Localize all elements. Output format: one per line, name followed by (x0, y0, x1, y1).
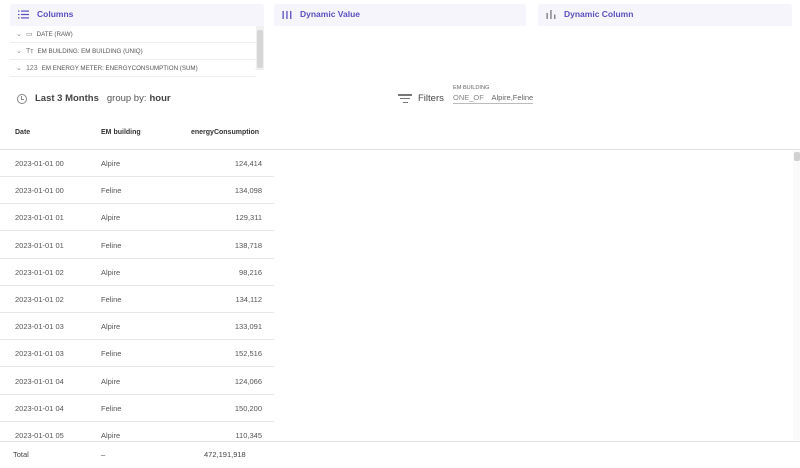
dynamic-column-dropzone[interactable] (538, 26, 792, 70)
cell-building: Feline (101, 295, 122, 304)
cell-energy: 124,414 (234, 159, 262, 168)
filter-icon (398, 92, 412, 105)
total-value: 472,191,918 (204, 450, 246, 459)
cell-energy: 134,098 (234, 186, 262, 196)
chevron-down-icon[interactable]: ⌄ (16, 47, 26, 55)
column-item-date[interactable]: ⌄ ▭ DATE (RAW) (10, 26, 256, 43)
cell-energy: 124,066 (234, 376, 262, 386)
columns-panel-header: Columns (10, 4, 264, 24)
columns-scrollbar-thumb[interactable] (257, 30, 263, 68)
columns-panel: Columns ⌄ ▭ DATE (RAW) ⌄ Tт EM BUILDING:… (10, 4, 264, 77)
cell-date: 2023-01-01 00 (15, 186, 64, 196)
cell-energy: 138,718 (234, 240, 262, 250)
column-item-label: DATE (RAW) (36, 30, 73, 38)
cell-energy: 150,200 (234, 403, 262, 413)
cell-date: 2023-01-01 03 (15, 322, 64, 332)
cell-date: 2023-01-01 05 (15, 431, 64, 440)
total-building: – (101, 450, 106, 459)
cell-building: Alpire (101, 376, 121, 386)
column-item-energy-consumption[interactable]: ⌄ 123 EM ENERGY METER: ENERGYCONSUMPTION… (10, 60, 256, 77)
dynamic-value-dropzone[interactable] (274, 26, 526, 70)
group-by-label: group by: (106, 93, 147, 104)
table-row[interactable]: 2023-01-01 03 Feline 152,516 (0, 340, 274, 368)
table-row[interactable]: 2023-01-01 02 Alpire 98,216 (0, 259, 274, 286)
cell-energy: 129,311 (235, 213, 262, 223)
table-row[interactable]: 2023-01-01 02 Feline 134,112 (0, 286, 274, 313)
table-body: 2023-01-01 00 Alpire 124,414 2023-01-01 00 F… (0, 150, 800, 440)
columns-panel-title: Columns (37, 9, 74, 19)
table-row[interactable]: 2023-01-01 05 Alpire 110,345 (0, 422, 274, 440)
group-by-value: hour (149, 93, 171, 104)
filter-chip-em-building[interactable]: EM BUILDING ONE_OF Alpire,Feline (453, 85, 534, 104)
filter-field: EM BUILDING (453, 85, 490, 91)
cell-date: 2023-01-01 01 (15, 240, 64, 250)
dynamic-value-panel[interactable]: Dynamic Value (274, 4, 526, 70)
columns-list: ⌄ ▭ DATE (RAW) ⌄ Tт EM BUILDING: EM BUIL… (10, 26, 256, 77)
cell-date: 2023-01-01 02 (15, 267, 64, 277)
chevron-down-icon[interactable]: ⌄ (16, 30, 26, 38)
column-item-label: EM ENERGY METER: ENERGYCONSUMPTION (SUM) (41, 64, 198, 72)
filter-operator: ONE_OF (453, 93, 484, 102)
cell-energy: 98,216 (239, 267, 262, 277)
table-row[interactable]: 2023-01-01 01 Feline 138,718 (0, 232, 274, 259)
dynamic-column-panel[interactable]: Dynamic Column (538, 4, 792, 70)
dynamic-value-panel-title: Dynamic Value (300, 9, 361, 19)
time-range-selector[interactable]: Last 3 Months group by: hour (17, 93, 179, 104)
query-toolbar: Last 3 Months group by: hour Filters EM … (0, 85, 800, 112)
bars-vertical-icon (282, 10, 292, 19)
column-header-energy[interactable]: energyConsumption (191, 129, 259, 136)
column-header-building[interactable]: EM building (101, 129, 141, 136)
column-item-label: EM BUILDING: EM BUILDING (UNIQ) (37, 47, 143, 55)
dynamic-column-panel-title: Dynamic Column (564, 9, 634, 19)
time-range-label: Last 3 Months (35, 93, 99, 104)
cell-date: 2023-01-01 03 (15, 349, 64, 359)
text-type-icon: Tт (26, 47, 34, 55)
cell-date: 2023-01-01 00 (15, 159, 64, 168)
table-row[interactable]: 2023-01-01 00 Alpire 124,414 (0, 150, 274, 177)
table-row[interactable]: 2023-01-01 03 Alpire 133,091 (0, 313, 274, 341)
cell-building: Alpire (101, 322, 121, 332)
dynamic-value-panel-header: Dynamic Value (274, 4, 526, 24)
table-row[interactable]: 2023-01-01 01 Alpire 129,311 (0, 204, 274, 232)
calendar-icon: ▭ (26, 31, 33, 38)
cell-building: Feline (101, 240, 122, 250)
filters-label: Filters (418, 93, 444, 105)
filters-button[interactable]: Filters (398, 92, 454, 105)
chevron-down-icon[interactable]: ⌄ (16, 64, 26, 72)
table-row[interactable]: 2023-01-01 04 Alpire 124,066 (0, 368, 274, 395)
table-row[interactable]: 2023-01-01 04 Feline 150,200 (0, 395, 274, 422)
dynamic-column-panel-header: Dynamic Column (538, 4, 792, 24)
cell-energy: 134,112 (235, 295, 262, 304)
cell-energy: 110,345 (235, 431, 262, 440)
column-item-em-building[interactable]: ⌄ Tт EM BUILDING: EM BUILDING (UNIQ) (10, 43, 256, 60)
filter-value-field[interactable]: ONE_OF Alpire,Feline (453, 93, 534, 104)
cell-date: 2023-01-01 04 (15, 403, 64, 413)
table-footer: Total – 472,191,918 (0, 441, 800, 468)
cell-building: Feline (101, 403, 122, 413)
cell-building: Alpire (101, 431, 121, 440)
table-row[interactable]: 2023-01-01 00 Feline 134,098 (0, 177, 274, 205)
cell-building: Feline (101, 186, 122, 196)
filter-value: Alpire,Feline (491, 93, 534, 102)
cell-building: Feline (101, 349, 122, 359)
cell-energy: 152,516 (234, 349, 262, 359)
cell-building: Alpire (101, 267, 121, 277)
cell-building: Alpire (101, 213, 121, 223)
list-icon (18, 10, 29, 18)
column-header-date[interactable]: Date (15, 129, 30, 136)
cell-building: Alpire (101, 159, 121, 168)
cell-date: 2023-01-01 04 (15, 376, 64, 386)
table-scrollbar[interactable] (793, 150, 800, 440)
clock-icon (17, 93, 27, 104)
cell-energy: 133,091 (234, 322, 262, 332)
table-scrollbar-thumb[interactable] (794, 152, 800, 161)
cell-date: 2023-01-01 01 (15, 213, 64, 223)
number-type-icon: 123 (26, 64, 38, 72)
cell-date: 2023-01-01 02 (15, 295, 64, 304)
total-label: Total (13, 450, 29, 459)
column-chart-icon (546, 10, 556, 19)
table-header: Date EM building energyConsumption (0, 124, 800, 150)
